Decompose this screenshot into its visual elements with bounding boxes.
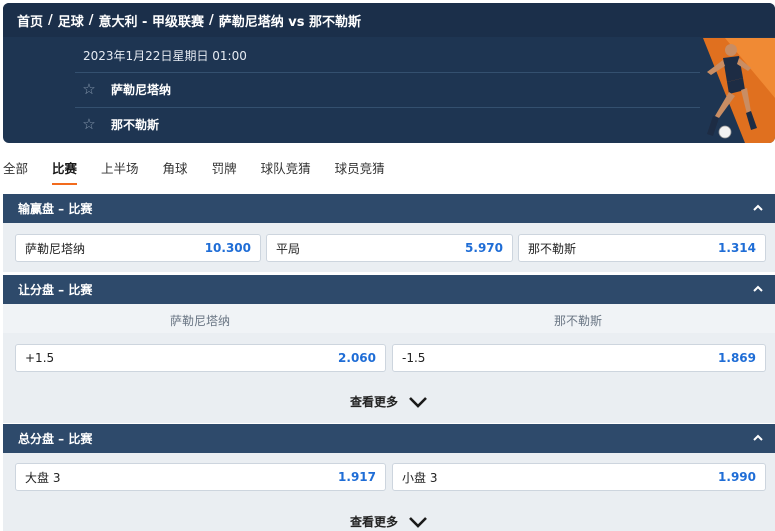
tab-match[interactable]: 比赛 <box>52 155 78 185</box>
handicap-header[interactable]: 让分盘 – 比赛 <box>3 275 775 304</box>
moneyline-header[interactable]: 输赢盘 – 比赛 <box>3 194 775 223</box>
option-label: 萨勒尼塔纳 <box>25 241 86 256</box>
odds-button-home[interactable]: +1.5 2.060 <box>15 344 386 372</box>
chevron-up-icon[interactable] <box>753 203 763 213</box>
tab-cards[interactable]: 罚牌 <box>212 155 237 185</box>
chevron-down-icon <box>409 396 427 408</box>
tab-all[interactable]: 全部 <box>3 155 28 185</box>
market-tabs: 全部 比赛 上半场 角球 罚牌 球队竞猜 球员竞猜 <box>3 155 409 185</box>
home-team-row: ☆ 萨勒尼塔纳 <box>81 79 171 99</box>
option-label: -1.5 <box>402 351 426 365</box>
totals-header[interactable]: 总分盘 – 比赛 <box>3 424 775 453</box>
moneyline-body: 萨勒尼塔纳 10.300 平局 5.970 那不勒斯 1.314 <box>3 223 775 272</box>
odds-value: 10.300 <box>204 241 251 255</box>
option-label: 那不勒斯 <box>528 241 577 256</box>
chevron-up-icon[interactable] <box>753 284 763 294</box>
breadcrumb-separator: / <box>88 12 94 28</box>
chevron-down-icon <box>409 516 427 528</box>
away-team-row: ☆ 那不勒斯 <box>81 114 159 134</box>
option-label: 大盘 3 <box>25 470 61 485</box>
column-head-away: 那不勒斯 <box>553 314 602 328</box>
see-more-label: 查看更多 <box>350 395 399 409</box>
tab-corners[interactable]: 角球 <box>163 155 188 185</box>
see-more-label: 查看更多 <box>350 515 399 529</box>
odds-value: 1.917 <box>338 470 376 484</box>
see-more-button[interactable]: 查看更多 <box>350 513 428 530</box>
star-icon[interactable]: ☆ <box>81 81 97 97</box>
odds-value: 1.869 <box>718 351 756 365</box>
odds-value: 1.990 <box>718 470 756 484</box>
odds-value: 1.314 <box>718 241 756 255</box>
breadcrumb-separator: / <box>48 12 53 28</box>
breadcrumb-item-home[interactable]: 首页 <box>17 11 43 30</box>
odds-button-away[interactable]: -1.5 1.869 <box>392 344 766 372</box>
section-title: 输赢盘 – 比赛 <box>18 202 93 216</box>
odds-button-under[interactable]: 小盘 3 1.990 <box>392 463 766 491</box>
match-datetime: 2023年1月22日星期日 01:00 <box>83 49 247 63</box>
home-team-name: 萨勒尼塔纳 <box>111 82 172 97</box>
odds-button-home[interactable]: 萨勒尼塔纳 10.300 <box>15 234 261 262</box>
totals-body: 大盘 3 1.917 小盘 3 1.990 查看更多 <box>3 453 775 531</box>
breadcrumb-item-league[interactable]: 意大利 - 甲级联赛 <box>99 11 204 30</box>
option-label: +1.5 <box>25 351 55 365</box>
tab-team-props[interactable]: 球队竞猜 <box>261 155 311 185</box>
footballer-illustration <box>703 38 775 143</box>
handicap-body: +1.5 2.060 -1.5 1.869 查看更多 <box>3 333 775 423</box>
handicap-column-heads: 萨勒尼塔纳 那不勒斯 <box>3 304 775 333</box>
option-label: 小盘 3 <box>402 470 438 485</box>
breadcrumb-item-match: 萨勒尼塔纳 vs 那不勒斯 <box>218 14 361 30</box>
star-icon[interactable]: ☆ <box>81 116 97 132</box>
odds-value: 5.970 <box>465 241 503 255</box>
divider <box>75 72 700 73</box>
away-team-name: 那不勒斯 <box>111 117 160 132</box>
section-title: 让分盘 – 比赛 <box>18 283 93 297</box>
tab-first-half[interactable]: 上半场 <box>101 155 139 185</box>
odds-button-away[interactable]: 那不勒斯 1.314 <box>518 234 766 262</box>
breadcrumb-separator: / <box>208 12 214 28</box>
divider <box>75 107 700 108</box>
match-header: 首页 / 足球 / 意大利 - 甲级联赛 / 萨勒尼塔纳 vs 那不勒斯 202… <box>3 3 775 143</box>
tab-player-props[interactable]: 球员竞猜 <box>335 155 385 185</box>
odds-value: 2.060 <box>338 351 376 365</box>
odds-button-draw[interactable]: 平局 5.970 <box>266 234 513 262</box>
chevron-up-icon[interactable] <box>753 433 763 443</box>
section-title: 总分盘 – 比赛 <box>18 432 93 446</box>
column-head-home: 萨勒尼塔纳 <box>169 314 230 328</box>
breadcrumb-item-football[interactable]: 足球 <box>58 11 84 30</box>
see-more-button[interactable]: 查看更多 <box>350 393 428 410</box>
odds-button-over[interactable]: 大盘 3 1.917 <box>15 463 386 491</box>
option-label: 平局 <box>276 241 301 256</box>
breadcrumb: 首页 / 足球 / 意大利 - 甲级联赛 / 萨勒尼塔纳 vs 那不勒斯 <box>3 3 775 37</box>
